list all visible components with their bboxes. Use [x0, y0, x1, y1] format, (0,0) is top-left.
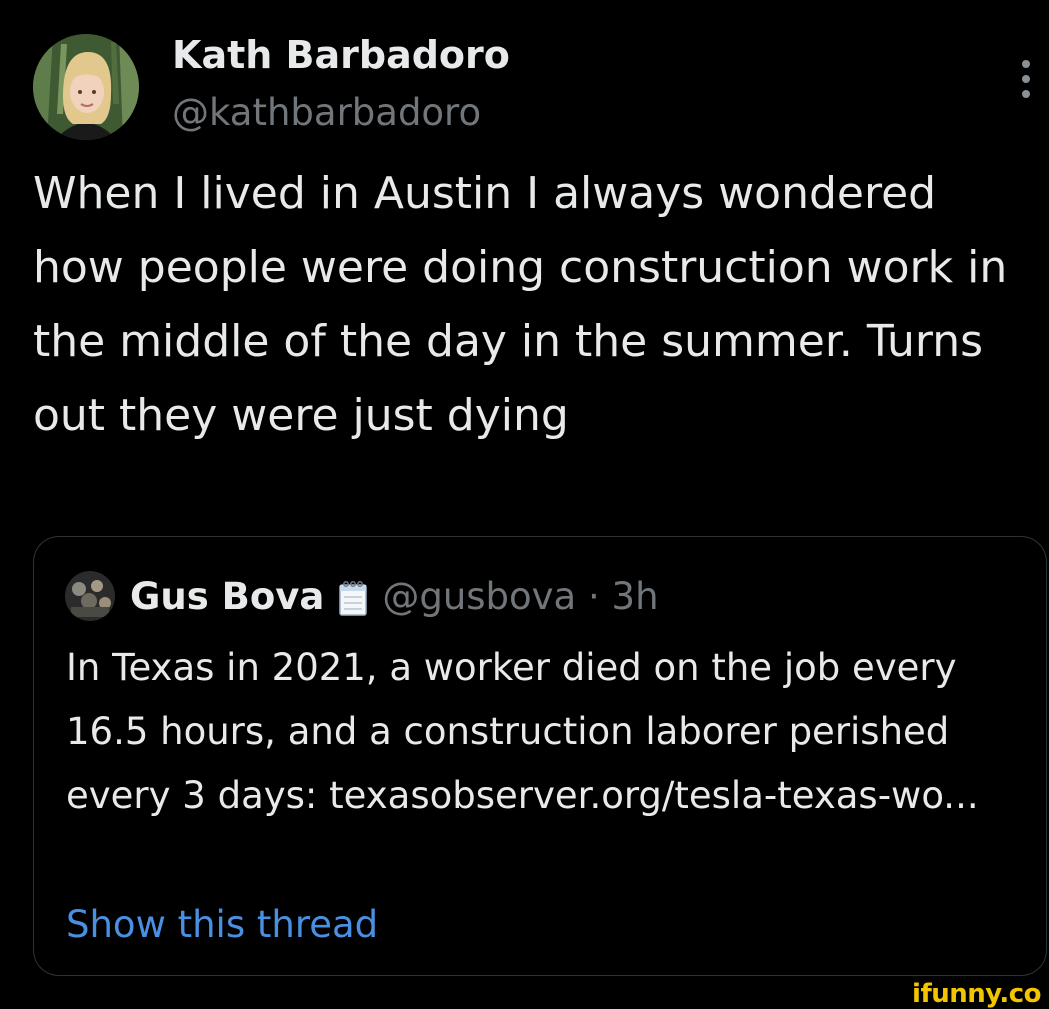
author-name[interactable]: Kath Barbadoro: [172, 30, 510, 80]
quoted-author-name[interactable]: Gus Bova: [130, 575, 324, 618]
more-vertical-icon[interactable]: [1012, 58, 1040, 100]
quoted-author-avatar[interactable]: [65, 571, 115, 621]
quoted-author-handle[interactable]: @gusbova: [382, 575, 576, 618]
notepad-icon: [338, 578, 368, 632]
separator-dot: ·: [588, 575, 600, 618]
tweet-text: When I lived in Austin I always wondered…: [33, 168, 1008, 441]
author-avatar[interactable]: [33, 34, 139, 140]
ifunny-watermark: ifunny.co: [912, 979, 1041, 1009]
author-handle[interactable]: @kathbarbadoro: [172, 88, 481, 138]
quoted-tweet-text: In Texas in 2021, a worker died on the j…: [66, 646, 979, 817]
quoted-timestamp[interactable]: 3h: [612, 575, 659, 618]
show-thread-link[interactable]: Show this thread: [66, 893, 378, 957]
quoted-tweet-header: Gus Bova @gusbova · 3h: [130, 570, 659, 624]
quoted-tweet-card[interactable]: Gus Bova @gusbova · 3h In Texas in 2021,…: [33, 536, 1047, 976]
